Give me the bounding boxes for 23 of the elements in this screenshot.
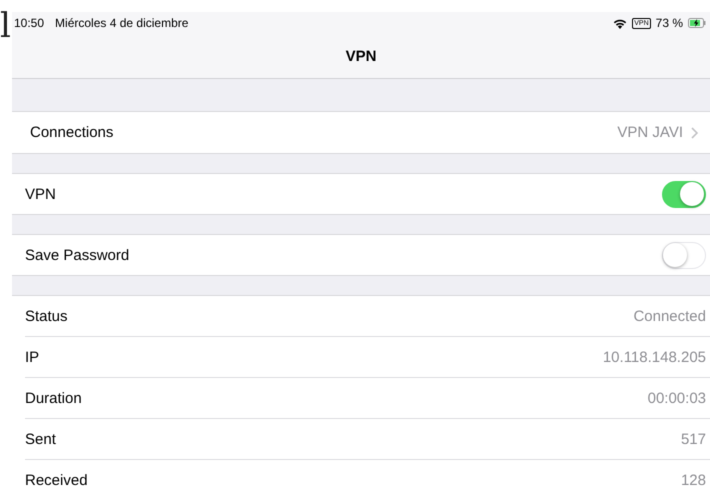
toggle-switch[interactable] <box>662 180 706 208</box>
row-value: Connected <box>633 308 706 324</box>
row-label: Sent <box>25 430 57 448</box>
row-label: IP <box>25 348 40 366</box>
chevron-icon <box>691 126 698 138</box>
row-label: Duration <box>25 390 83 406</box>
battery-percentage: 73 % <box>656 16 683 30</box>
status-time: 10:50 <box>14 16 44 30</box>
row-label: VPN <box>25 186 57 202</box>
row-label: Received <box>25 472 89 488</box>
row-value: 10.118.148.205 <box>602 348 706 366</box>
row-value: 128 <box>680 472 706 488</box>
row-label: Connections <box>30 124 114 141</box>
battery-charging-icon <box>688 18 706 28</box>
row-value: 517 <box>680 430 706 448</box>
row-label: Status <box>25 308 69 324</box>
connection-selector[interactable]: VPN JAVI <box>617 124 706 141</box>
nav-title: VPN <box>346 48 376 64</box>
status-date: Miércoles 4 de diciembre <box>55 16 188 30</box>
article-text-fragment: l <box>0 6 11 46</box>
row-value: 00:00:03 <box>648 390 706 406</box>
row-label: Save Password <box>25 246 130 264</box>
wifi-icon <box>613 18 628 28</box>
